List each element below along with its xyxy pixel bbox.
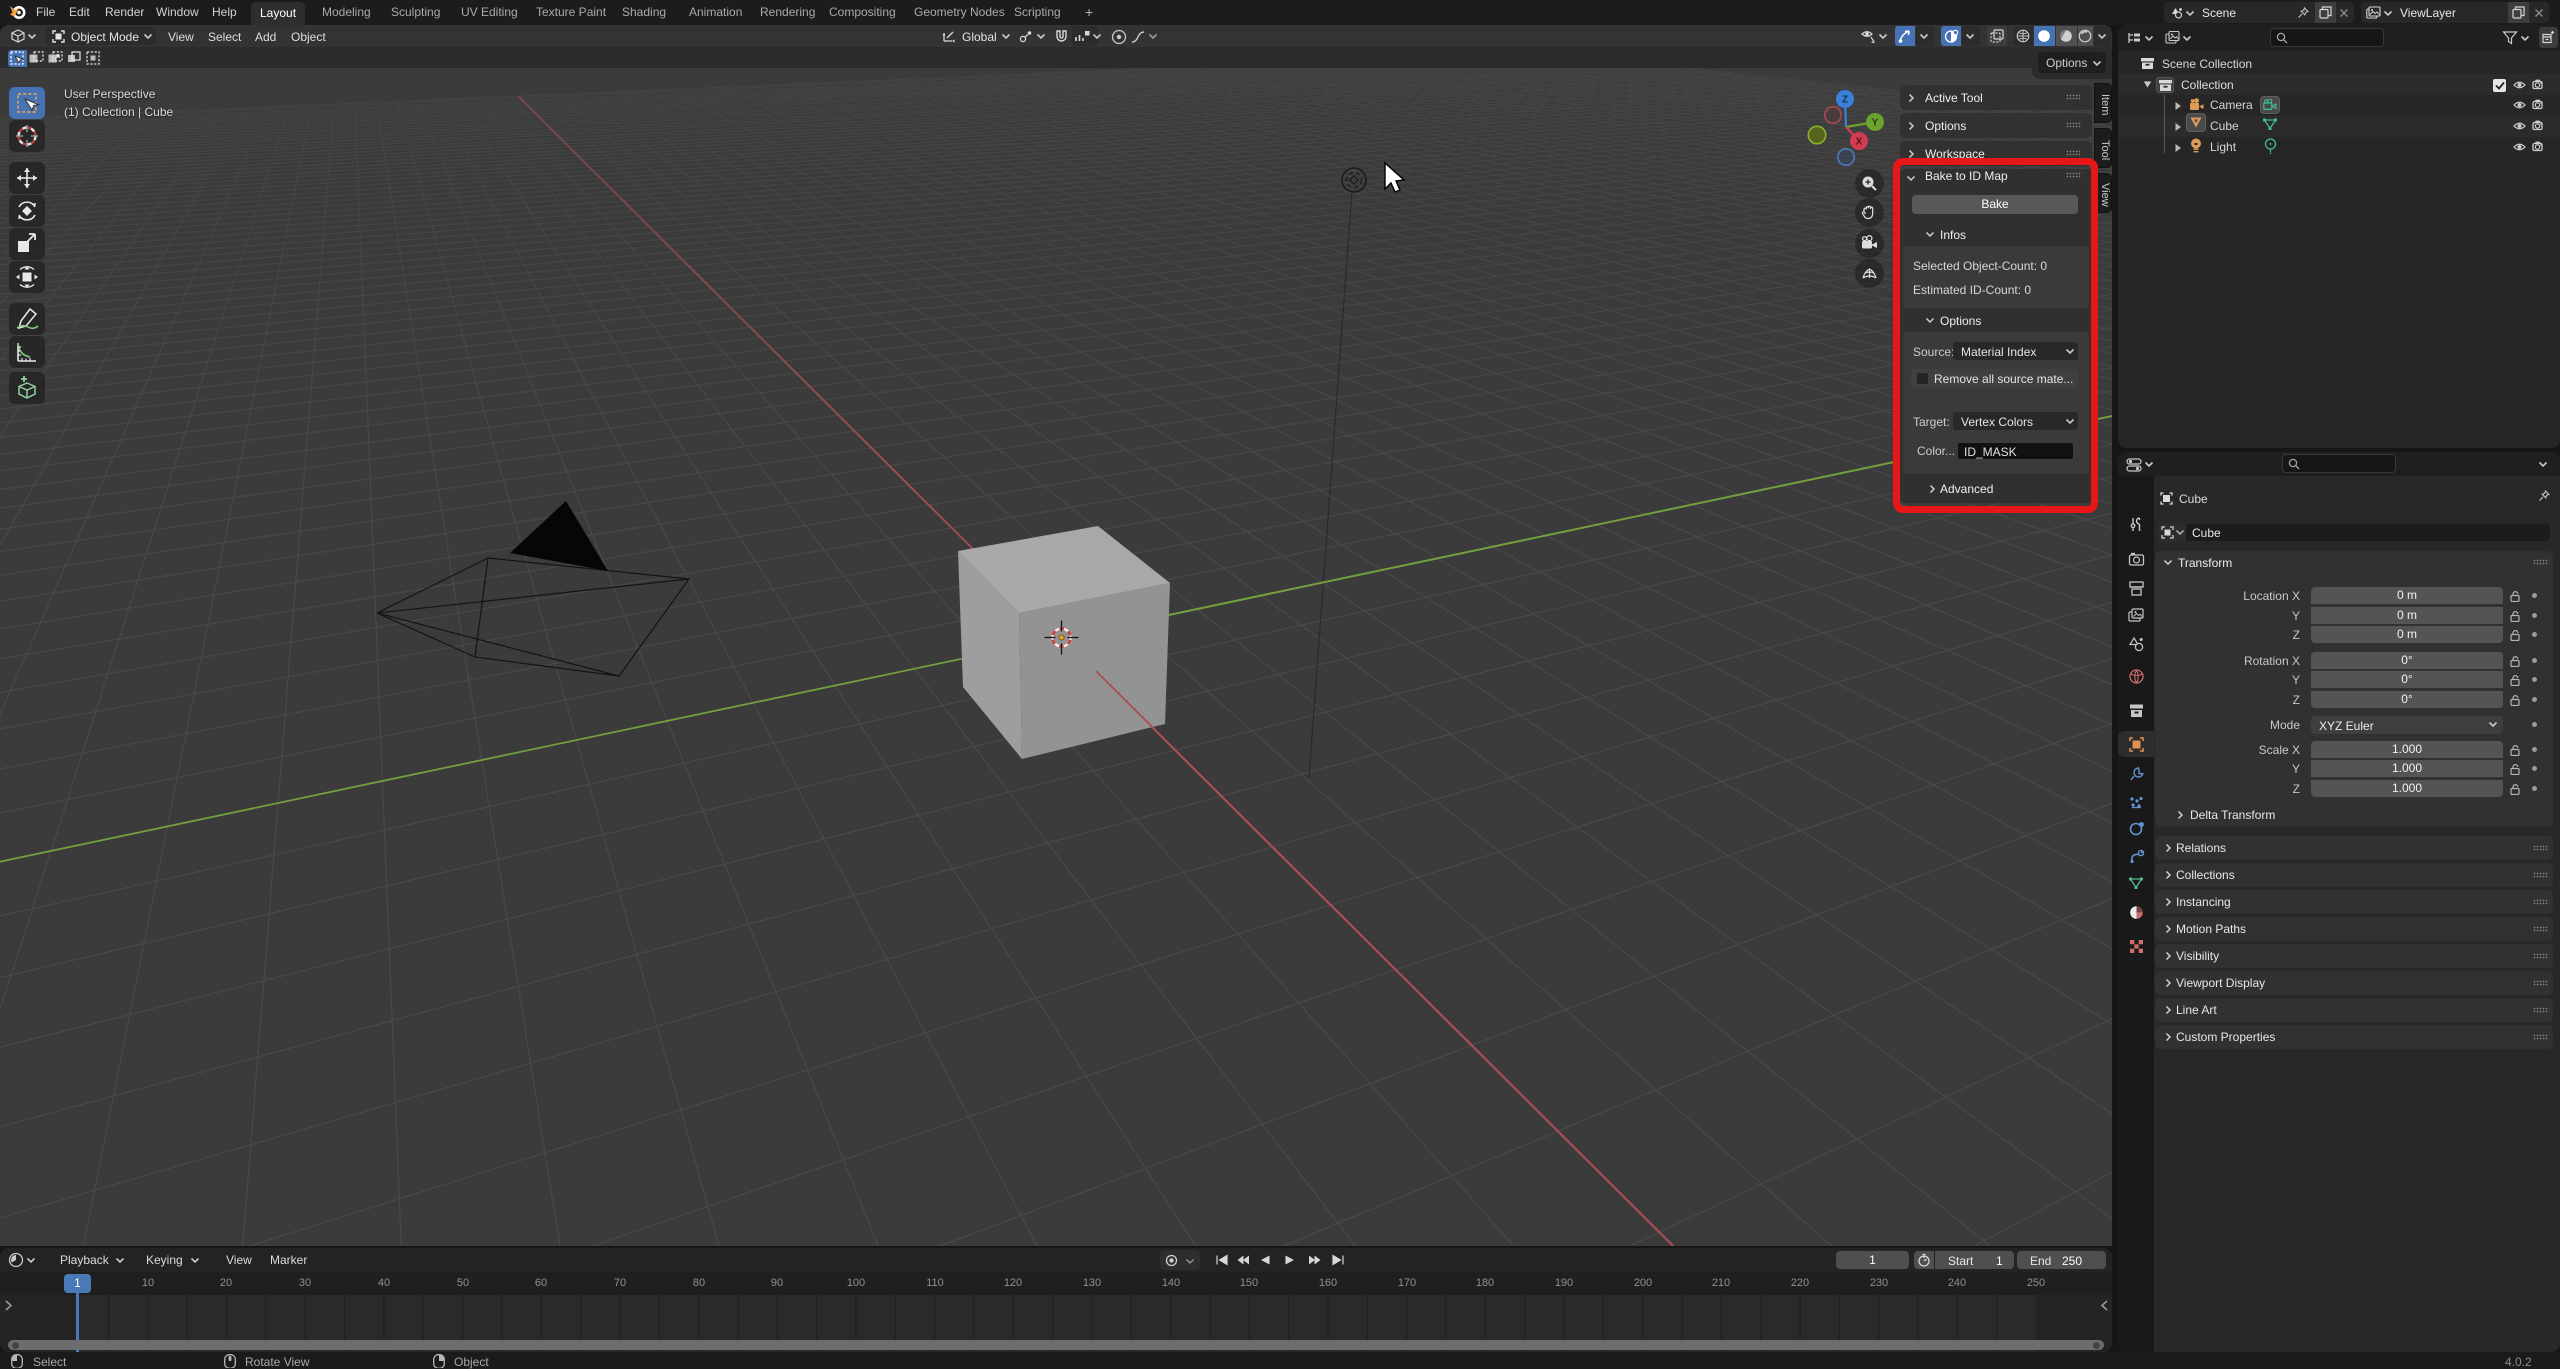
svg-text:Y: Y <box>1872 118 1879 129</box>
svg-text:Z: Z <box>1842 95 1848 106</box>
svg-text:X: X <box>1856 137 1863 148</box>
